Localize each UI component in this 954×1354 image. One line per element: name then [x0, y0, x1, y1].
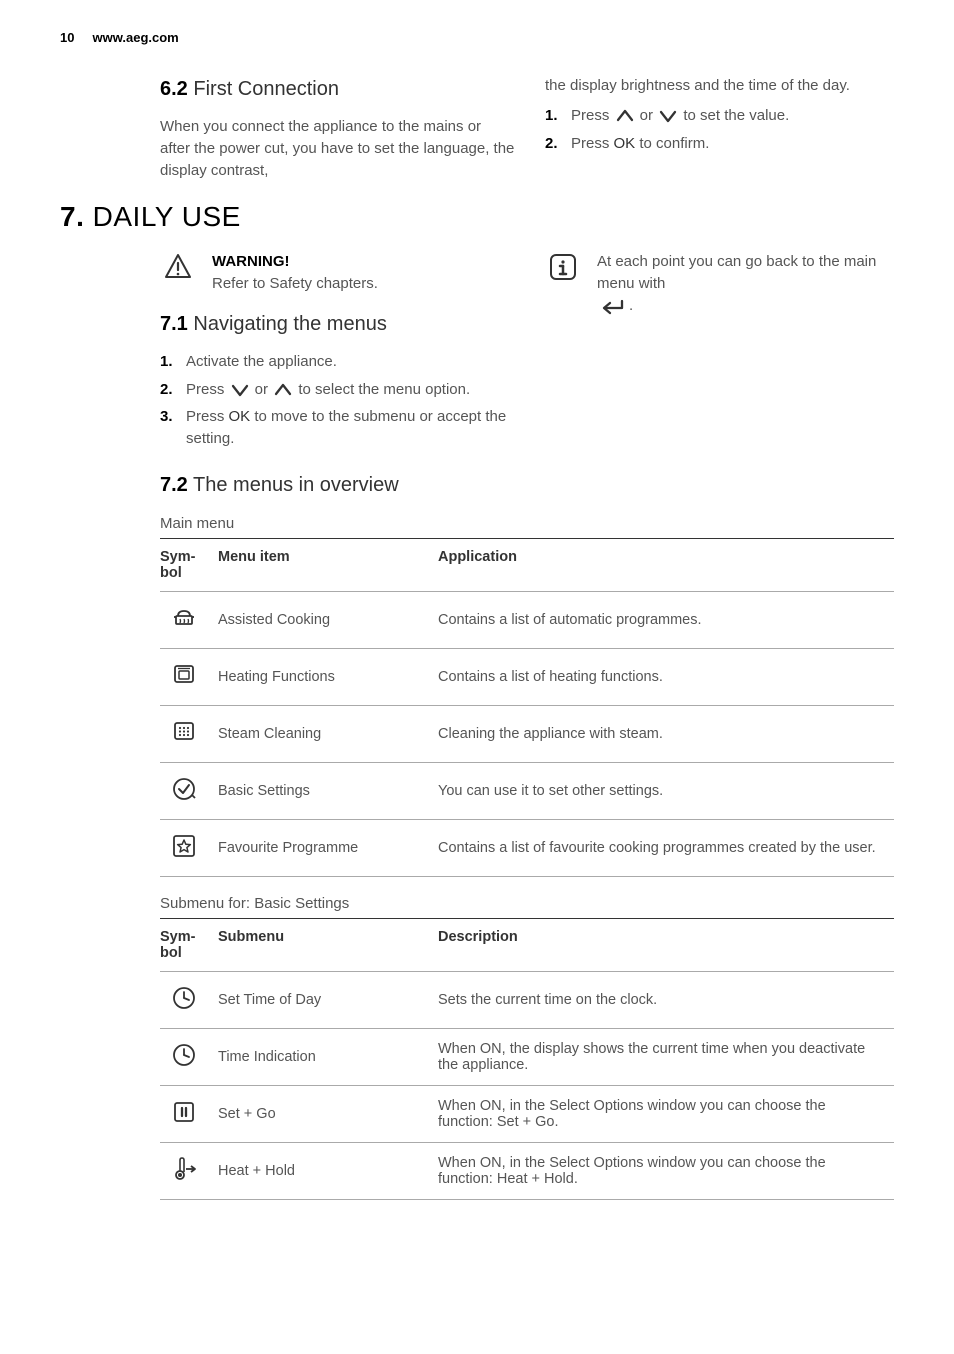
menu-item-cell: Heat + Hold [218, 1142, 438, 1199]
step-6-2-1: Press or to set the value. [545, 105, 894, 127]
thermo-arrow-icon [170, 1155, 198, 1183]
para-6-2-right: the display brightness and the time of t… [545, 75, 894, 97]
section-title-text: Navigating the menus [193, 313, 386, 335]
pot-icon [170, 604, 198, 632]
table-header-application: Application [438, 538, 894, 591]
application-cell: Contains a list of automatic programmes. [438, 591, 894, 648]
symbol-cell [160, 648, 218, 705]
page-header: 10 www.aeg.com [60, 30, 894, 45]
section-7-2-title: 7.2 The menus in overview [160, 474, 894, 497]
symbol-cell [160, 819, 218, 876]
application-cell: Cleaning the appliance with steam. [438, 705, 894, 762]
info-box-icon [547, 251, 579, 283]
menu-item-cell: Set + Go [218, 1085, 438, 1142]
menu-item-cell: Heating Functions [218, 648, 438, 705]
submenu-table: Sym- bol Submenu Description Set Time of… [160, 918, 894, 1200]
application-cell: Sets the current time on the clock. [438, 971, 894, 1028]
page-number: 10 [60, 30, 74, 45]
application-cell: When ON, in the Select Options window yo… [438, 1085, 894, 1142]
info-text: At each point you can go back to the mai… [597, 253, 876, 292]
symbol-cell [160, 762, 218, 819]
table1-title: Main menu [160, 515, 894, 532]
application-cell: When ON, in the Select Options window yo… [438, 1142, 894, 1199]
content-area: 6.2 First Connection When you connect th… [60, 75, 894, 1200]
warning-triangle-icon [162, 251, 194, 283]
pause-box-icon [170, 1098, 198, 1126]
symbol-cell [160, 1142, 218, 1199]
section-6-2-title: 6.2 First Connection [160, 75, 515, 104]
table-header-menu-item: Menu item [218, 538, 438, 591]
table-row: Time IndicationWhen ON, the display show… [160, 1028, 894, 1085]
table-row: Steam CleaningCleaning the appliance wit… [160, 705, 894, 762]
main-menu-table: Sym- bol Menu item Application Assisted … [160, 538, 894, 877]
section-number: 7.1 [160, 313, 188, 335]
symbol-cell [160, 591, 218, 648]
para-6-2-left: When you connect the appliance to the ma… [160, 116, 515, 181]
warning-block: WARNING! Refer to Safety chapters. [160, 251, 515, 295]
symbol-cell [160, 971, 218, 1028]
section-number: 7.2 [160, 474, 188, 496]
up-caret-icon [615, 107, 635, 125]
ok-icon: OK [614, 135, 636, 152]
section-7-title: 7. DAILY USE [60, 201, 894, 233]
table-header-symbol: Sym- bol [160, 918, 218, 971]
down-caret-icon [658, 107, 678, 125]
up-caret-icon [273, 381, 293, 399]
steam-grid-icon [170, 718, 198, 746]
down-caret-icon [230, 381, 250, 399]
table-row: Set + GoWhen ON, in the Select Options w… [160, 1085, 894, 1142]
ok-icon: OK [229, 408, 251, 425]
symbol-cell [160, 705, 218, 762]
table-row: Heat + HoldWhen ON, in the Select Option… [160, 1142, 894, 1199]
section-number: 6.2 [160, 78, 188, 100]
table-row: Heating FunctionsContains a list of heat… [160, 648, 894, 705]
menu-item-cell: Assisted Cooking [218, 591, 438, 648]
symbol-cell [160, 1028, 218, 1085]
site-url: www.aeg.com [93, 30, 179, 45]
symbol-cell [160, 1085, 218, 1142]
table-row: Assisted CookingContains a list of autom… [160, 591, 894, 648]
application-cell: Contains a list of heating functions. [438, 648, 894, 705]
warning-label: WARNING! [212, 251, 378, 273]
oven-icon [170, 661, 198, 689]
return-arrow-icon [598, 295, 628, 317]
table-row: Basic SettingsYou can use it to set othe… [160, 762, 894, 819]
step-7-1-3: Press OK to move to the submenu or accep… [160, 406, 515, 450]
warning-text: Refer to Safety chapters. [212, 273, 378, 295]
table-row: Favourite ProgrammeContains a list of fa… [160, 819, 894, 876]
section-title-text: The menus in overview [193, 474, 399, 496]
section-title-text: DAILY USE [84, 201, 240, 232]
menu-item-cell: Basic Settings [218, 762, 438, 819]
table-row: Set Time of DaySets the current time on … [160, 971, 894, 1028]
star-box-icon [170, 832, 198, 860]
section-number: 7. [60, 201, 84, 232]
section-7-1-title: 7.1 Navigating the menus [160, 310, 515, 339]
check-clock-icon [170, 775, 198, 803]
step-7-1-2: Press or to select the menu option. [160, 379, 515, 401]
menu-item-cell: Set Time of Day [218, 971, 438, 1028]
menu-item-cell: Time Indication [218, 1028, 438, 1085]
table-header-submenu: Submenu [218, 918, 438, 971]
clock-icon [170, 1041, 198, 1069]
step-6-2-2: Press OK to confirm. [545, 133, 894, 155]
menu-item-cell: Favourite Programme [218, 819, 438, 876]
application-cell: When ON, the display shows the current t… [438, 1028, 894, 1085]
application-cell: You can use it to set other settings. [438, 762, 894, 819]
menu-item-cell: Steam Cleaning [218, 705, 438, 762]
table-header-symbol: Sym- bol [160, 538, 218, 591]
info-block: At each point you can go back to the mai… [545, 251, 894, 317]
table-header-description: Description [438, 918, 894, 971]
application-cell: Contains a list of favourite cooking pro… [438, 819, 894, 876]
section-title-text: First Connection [193, 78, 339, 100]
table2-title: Submenu for: Basic Settings [160, 895, 894, 912]
step-7-1-1: Activate the appliance. [160, 351, 515, 373]
clock-icon [170, 984, 198, 1012]
